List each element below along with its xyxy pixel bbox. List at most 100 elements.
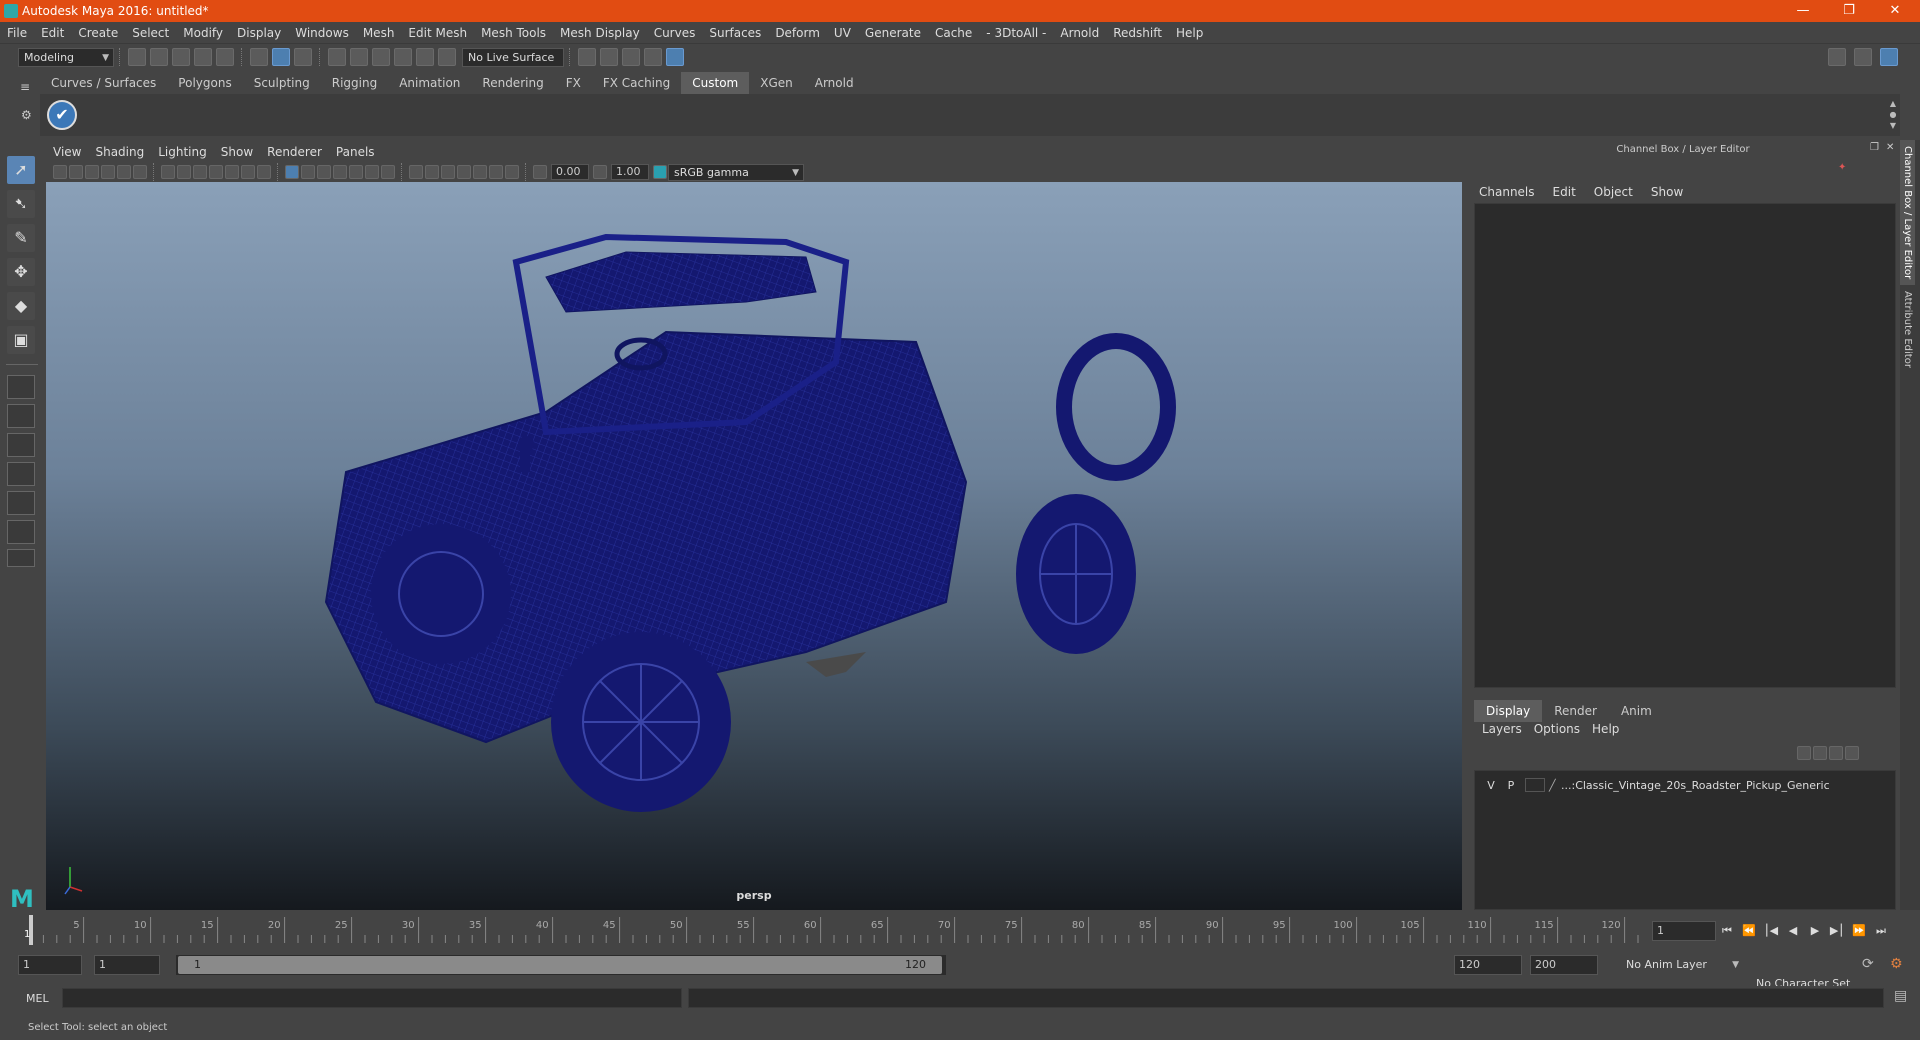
film-gate-icon[interactable]: [177, 165, 191, 179]
exposure-icon[interactable]: [533, 165, 547, 179]
close-panel-icon[interactable]: ✕: [1886, 142, 1894, 153]
render-current-frame-icon[interactable]: [600, 48, 618, 66]
smooth-shade-icon[interactable]: [301, 165, 315, 179]
new-layer-from-selected-icon[interactable]: [1845, 746, 1859, 760]
menu-edit-mesh[interactable]: Edit Mesh: [401, 22, 474, 44]
camera-attributes-icon[interactable]: [69, 165, 83, 179]
motion-blur-icon[interactable]: [409, 165, 423, 179]
command-input[interactable]: [62, 988, 682, 1008]
four-view-layout-icon[interactable]: [7, 404, 35, 428]
float-panel-icon[interactable]: ❐: [1870, 142, 1879, 153]
redo-icon[interactable]: [216, 48, 234, 66]
use-all-lights-icon[interactable]: [349, 165, 363, 179]
step-back-frame-icon[interactable]: ⏪: [1740, 922, 1758, 940]
side-tab-attribute-editor[interactable]: Attribute Editor: [1900, 285, 1915, 374]
vp-menu-view[interactable]: View: [46, 142, 88, 162]
shadows-icon[interactable]: [365, 165, 379, 179]
menu-generate[interactable]: Generate: [858, 22, 928, 44]
menu-mesh-tools[interactable]: Mesh Tools: [474, 22, 553, 44]
layer-menu-options[interactable]: Options: [1528, 722, 1586, 736]
shelf-tab-fx-caching[interactable]: FX Caching: [592, 72, 681, 94]
backface-culling-icon[interactable]: [505, 165, 519, 179]
attribute-editor-toggle-icon[interactable]: [1854, 48, 1872, 66]
move-layer-up-icon[interactable]: [1797, 746, 1811, 760]
exposure-field[interactable]: 0.00: [551, 164, 589, 180]
layer-menu-help[interactable]: Help: [1586, 722, 1625, 736]
menu-curves[interactable]: Curves: [647, 22, 703, 44]
wireframe-icon[interactable]: [285, 165, 299, 179]
ipr-render-icon[interactable]: [622, 48, 640, 66]
gate-mask-icon[interactable]: [209, 165, 223, 179]
select-component-icon[interactable]: [294, 48, 312, 66]
shelf-tab-fx[interactable]: FX: [555, 72, 592, 94]
vp-menu-renderer[interactable]: Renderer: [260, 142, 329, 162]
xray-icon[interactable]: [473, 165, 487, 179]
modeling-toolkit-icon[interactable]: [1828, 48, 1846, 66]
menu-display[interactable]: Display: [230, 22, 288, 44]
undo-icon[interactable]: [194, 48, 212, 66]
gamma-field[interactable]: 1.00: [611, 164, 649, 180]
live-surface-field[interactable]: No Live Surface: [462, 47, 564, 67]
shelf-tab-rendering[interactable]: Rendering: [471, 72, 554, 94]
playback-start-field[interactable]: 1: [94, 955, 160, 975]
step-forward-frame-icon[interactable]: ⏩: [1850, 922, 1868, 940]
shelf-scroll-icon[interactable]: ▲ ● ▼: [1886, 98, 1900, 131]
xray-joints-icon[interactable]: [489, 165, 503, 179]
time-slider[interactable]: 5 10 15 20 25 30 35 40 45 50 55 60 65 70 75 80 85 90 95 100…: [22, 915, 1652, 945]
snap-projected-icon[interactable]: [394, 48, 412, 66]
step-forward-key-icon[interactable]: ▶⎮: [1828, 922, 1846, 940]
layer-tab-display[interactable]: Display: [1474, 700, 1543, 722]
menu-mesh-display[interactable]: Mesh Display: [553, 22, 647, 44]
menu-redshift[interactable]: Redshift: [1106, 22, 1169, 44]
vp-menu-shading[interactable]: Shading: [88, 142, 151, 162]
scale-tool-icon[interactable]: ▣: [7, 326, 35, 354]
grid-icon[interactable]: [161, 165, 175, 179]
cb-menu-channels[interactable]: Channels: [1470, 182, 1544, 202]
menu-surfaces[interactable]: Surfaces: [702, 22, 768, 44]
menu-help[interactable]: Help: [1169, 22, 1210, 44]
new-empty-layer-icon[interactable]: [1829, 746, 1843, 760]
menu-cache[interactable]: Cache: [928, 22, 979, 44]
rotate-tool-icon[interactable]: ◆: [7, 292, 35, 320]
open-scene-icon[interactable]: [150, 48, 168, 66]
color-space-dropdown[interactable]: sRGB gamma ▼: [668, 163, 804, 181]
go-to-end-icon[interactable]: ⏭: [1872, 922, 1890, 940]
2d-pan-zoom-icon[interactable]: [117, 165, 131, 179]
channel-box-toggle-icon[interactable]: [1880, 48, 1898, 66]
wireframe-on-shaded-icon[interactable]: [317, 165, 331, 179]
perspective-viewport[interactable]: persp: [46, 182, 1462, 910]
shelf-tab-polygons[interactable]: Polygons: [167, 72, 242, 94]
menu-arnold[interactable]: Arnold: [1053, 22, 1106, 44]
snap-point-icon[interactable]: [372, 48, 390, 66]
step-back-key-icon[interactable]: ⎮◀: [1762, 922, 1780, 940]
layer-tab-anim[interactable]: Anim: [1609, 700, 1664, 722]
render-view-icon[interactable]: [578, 48, 596, 66]
restore-button[interactable]: ❐: [1834, 2, 1864, 20]
hypershade-layout-icon[interactable]: [7, 491, 35, 515]
select-hierarchy-icon[interactable]: [250, 48, 268, 66]
menu-create[interactable]: Create: [71, 22, 125, 44]
menu-edit[interactable]: Edit: [34, 22, 71, 44]
snap-curve-icon[interactable]: [350, 48, 368, 66]
range-slider-bar[interactable]: 1 120: [178, 956, 942, 974]
checkmark-shelf-icon[interactable]: ✔: [47, 100, 77, 130]
vp-menu-panels[interactable]: Panels: [329, 142, 382, 162]
safe-title-icon[interactable]: [257, 165, 271, 179]
layer-color-swatch[interactable]: [1525, 778, 1545, 792]
shelf-tab-rigging[interactable]: Rigging: [321, 72, 388, 94]
menu-mesh[interactable]: Mesh: [356, 22, 402, 44]
grease-pencil-icon[interactable]: [133, 165, 147, 179]
screen-space-ao-icon[interactable]: [381, 165, 395, 179]
menu-windows[interactable]: Windows: [288, 22, 356, 44]
range-slider-track[interactable]: 1 120: [176, 955, 946, 975]
hypershade-icon[interactable]: [666, 48, 684, 66]
cb-menu-edit[interactable]: Edit: [1544, 182, 1585, 202]
move-tool-icon[interactable]: ✥: [7, 258, 35, 286]
cb-menu-object[interactable]: Object: [1585, 182, 1642, 202]
lasso-tool-icon[interactable]: ➷: [7, 190, 35, 218]
script-editor-icon[interactable]: ▤: [1894, 988, 1907, 1004]
resolution-gate-icon[interactable]: [193, 165, 207, 179]
safe-action-icon[interactable]: [241, 165, 255, 179]
layer-visibility-toggle[interactable]: V: [1481, 779, 1501, 792]
new-scene-icon[interactable]: [128, 48, 146, 66]
